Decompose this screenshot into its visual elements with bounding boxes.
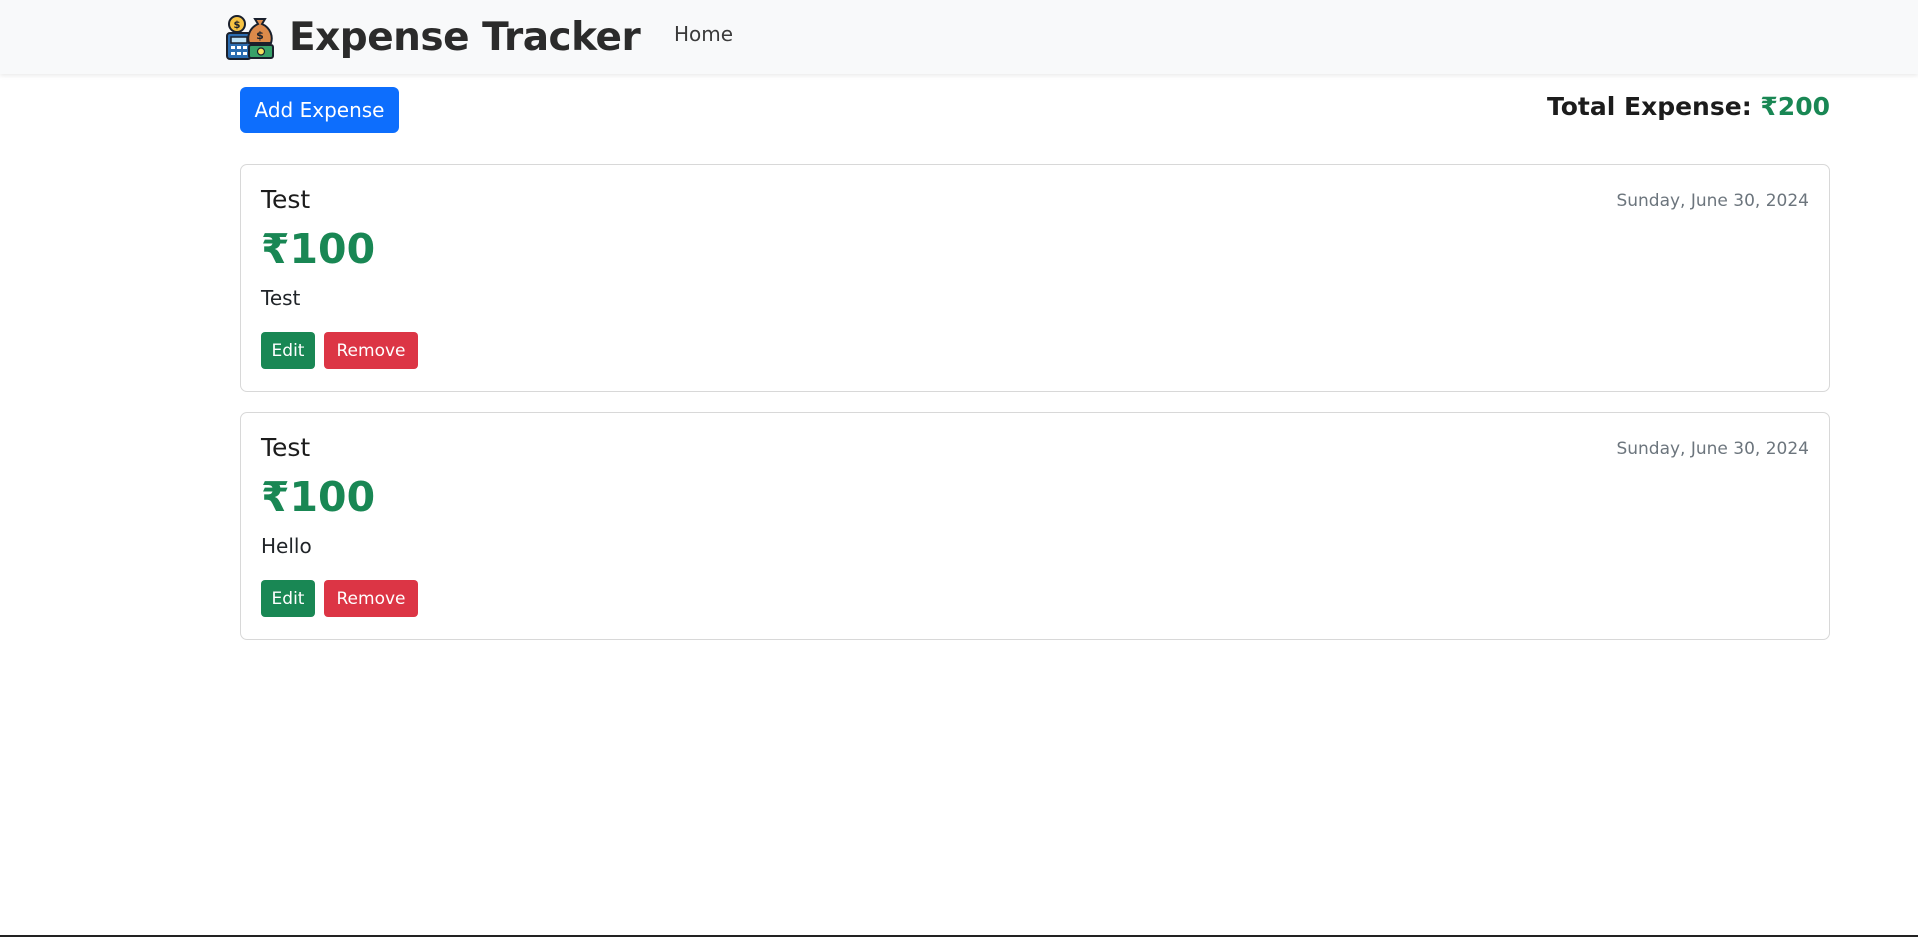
expense-title: Test [261,185,311,214]
brand-name: Expense Tracker [289,14,641,60]
edit-button[interactable]: Edit [261,580,315,617]
remove-button[interactable]: Remove [324,580,418,617]
expense-date: Sunday, June 30, 2024 [1616,191,1809,211]
navbar: $ $ Expense Tracker Home [0,0,1918,74]
add-expense-button[interactable]: Add Expense [240,87,399,133]
expense-description: Hello [261,534,312,558]
nav-link-home[interactable]: Home [674,22,733,46]
expense-card: Test Sunday, June 30, 2024 ₹100 Hello Ed… [240,412,1830,640]
total-expense-label: Total Expense: [1547,92,1752,121]
total-expense-value: ₹200 [1760,92,1830,121]
expense-amount: ₹100 [261,225,376,273]
expense-amount: ₹100 [261,473,376,521]
brand[interactable]: $ $ Expense Tracker [225,13,641,61]
expense-title: Test [261,433,311,462]
edit-button[interactable]: Edit [261,332,315,369]
expense-date: Sunday, June 30, 2024 [1616,439,1809,459]
svg-text:$: $ [256,29,264,42]
expense-description: Test [261,286,301,310]
total-expense: Total Expense: ₹200 [1547,92,1830,121]
svg-text:$: $ [234,20,241,31]
remove-button[interactable]: Remove [324,332,418,369]
money-bag-calculator-icon: $ $ [226,15,274,60]
expense-card: Test Sunday, June 30, 2024 ₹100 Test Edi… [240,164,1830,392]
